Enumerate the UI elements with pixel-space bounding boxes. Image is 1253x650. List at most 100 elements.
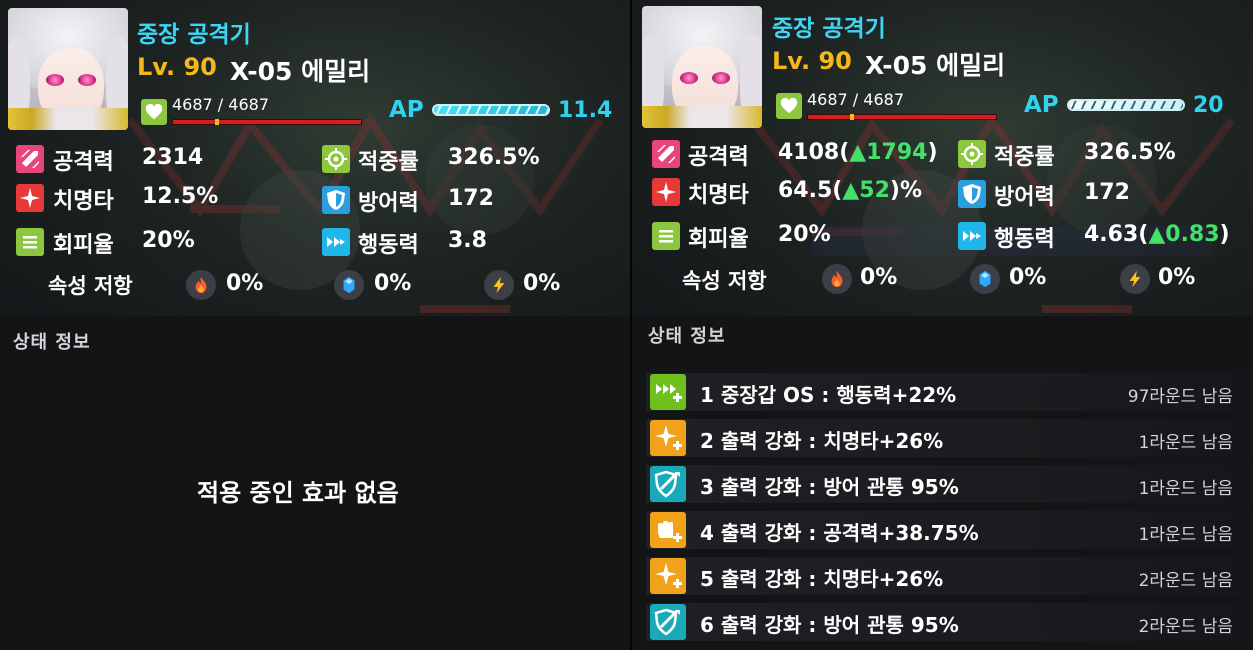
ice-resist-value: 0% (1009, 265, 1047, 290)
attack-value: 4108(▲1794) (778, 140, 938, 165)
fire-icon (186, 270, 216, 300)
crit-up-icon (650, 558, 686, 594)
speed-value: 4.63(▲0.83) (1084, 222, 1230, 247)
ice-icon (970, 264, 1000, 294)
evasion-icon (652, 222, 680, 250)
accuracy-value: 326.5% (1084, 140, 1176, 165)
resist-title: 속성 저항 (48, 274, 133, 298)
evasion-value: 20% (778, 222, 831, 247)
crit-value: 64.5(▲52)% (778, 178, 922, 203)
crit-icon (16, 184, 44, 212)
accuracy-icon (322, 145, 350, 173)
crit-icon (652, 178, 680, 206)
effect-text: 5 출력 강화 : 치명타+26% (700, 567, 944, 591)
unit-portrait[interactable] (642, 6, 762, 128)
heart-icon (141, 99, 167, 125)
effect-duration: 2라운드 남음 (1138, 617, 1233, 637)
effect-duration: 1라운드 남음 (1138, 479, 1233, 499)
hp-text: 4687 / 4687 (172, 95, 269, 114)
effect-row[interactable]: 3 출력 강화 : 방어 관통 95% 1라운드 남음 (632, 463, 1253, 505)
electric-resist-value: 0% (1158, 265, 1196, 290)
speed-icon (958, 222, 986, 250)
effect-row[interactable]: 4 출력 강화 : 공격력+38.75% 1라운드 남음 (632, 509, 1253, 551)
attack-label: 공격력 (53, 150, 114, 175)
attack-bonus: ▲1794 (849, 140, 928, 165)
speed-icon (322, 228, 350, 256)
speed-bonus: ▲0.83 (1148, 222, 1220, 247)
accuracy-icon (958, 140, 986, 168)
effect-row[interactable]: 6 출력 강화 : 방어 관통 95% 2라운드 남음 (632, 601, 1253, 643)
effect-text: 1 중장갑 OS : 행동력+22% (700, 383, 957, 407)
defense-label: 방어력 (994, 185, 1055, 210)
effect-duration: 97라운드 남음 (1127, 387, 1233, 407)
unit-name: X-05 에밀리 (865, 51, 1006, 80)
speed-label: 행동력 (358, 233, 419, 258)
crit-value: 12.5% (142, 184, 219, 209)
evasion-icon (16, 228, 44, 256)
unit-name: X-05 에밀리 (230, 57, 371, 86)
no-effects-message: 적용 중인 효과 없음 (197, 479, 399, 507)
attack-up-icon (650, 512, 686, 548)
crit-bonus: ▲52 (842, 178, 890, 203)
evasion-label: 회피율 (688, 227, 749, 252)
ice-icon (334, 270, 364, 300)
resist-title: 속성 저항 (682, 269, 767, 293)
effect-row[interactable]: 2 출력 강화 : 치명타+26% 1라운드 남음 (632, 417, 1253, 459)
fire-resist-value: 0% (226, 271, 264, 296)
defense-icon (322, 186, 350, 214)
accuracy-label: 적중률 (994, 145, 1055, 170)
effect-row[interactable]: 1 중장갑 OS : 행동력+22% 97라운드 남음 (632, 371, 1253, 413)
effect-duration: 1라운드 남음 (1138, 525, 1233, 545)
armor-pierce-icon (650, 604, 686, 640)
attack-label: 공격력 (688, 145, 749, 170)
fire-icon (822, 264, 852, 294)
status-title: 상태 정보 (13, 332, 91, 353)
crit-label: 치명타 (53, 189, 114, 214)
speed-label: 행동력 (994, 227, 1055, 252)
hp-text: 4687 / 4687 (807, 90, 904, 109)
electric-icon (484, 270, 514, 300)
defense-value: 172 (1084, 180, 1130, 205)
ap-value: 11.4 (558, 98, 613, 123)
crit-label: 치명타 (688, 183, 749, 208)
unit-class: 중장 공격기 (772, 16, 886, 42)
hp-bar (807, 114, 997, 120)
fire-resist-value: 0% (860, 265, 898, 290)
electric-icon (1120, 264, 1150, 294)
accuracy-label: 적중률 (358, 150, 419, 175)
ap-bar (1067, 99, 1185, 111)
effect-duration: 1라운드 남음 (1138, 433, 1233, 453)
speed-up-icon (650, 374, 686, 410)
unit-info-panel-before: 중장 공격기 Lv. 90 X-05 에밀리 4687 / 4687 AP 11… (0, 0, 630, 650)
effect-duration: 2라운드 남음 (1138, 571, 1233, 591)
electric-resist-value: 0% (523, 271, 561, 296)
crit-up-icon (650, 420, 686, 456)
defense-value: 172 (448, 186, 494, 211)
armor-pierce-icon (650, 466, 686, 502)
status-title: 상태 정보 (648, 326, 726, 347)
attack-icon (16, 145, 44, 173)
attack-icon (652, 140, 680, 168)
ap-label: AP (1024, 92, 1059, 118)
heart-icon (776, 93, 802, 119)
accuracy-value: 326.5% (448, 145, 540, 170)
evasion-value: 20% (142, 228, 195, 253)
attack-value: 2314 (142, 145, 204, 170)
ap-label: AP (389, 97, 424, 123)
unit-level: Lv. 90 (772, 47, 852, 75)
hp-bar (172, 119, 362, 125)
effect-text: 3 출력 강화 : 방어 관통 95% (700, 475, 959, 499)
unit-level: Lv. 90 (137, 53, 217, 81)
unit-info-panel-after: 중장 공격기 Lv. 90 X-05 에밀리 4687 / 4687 AP 20… (632, 0, 1253, 650)
effect-text: 4 출력 강화 : 공격력+38.75% (700, 521, 979, 545)
effect-row[interactable]: 5 출력 강화 : 치명타+26% 2라운드 남음 (632, 555, 1253, 597)
evasion-label: 회피율 (53, 233, 114, 258)
defense-icon (958, 180, 986, 208)
ap-value: 20 (1193, 93, 1224, 118)
speed-value: 3.8 (448, 228, 487, 253)
ap-bar (432, 104, 550, 116)
unit-portrait[interactable] (8, 8, 128, 130)
effect-text: 2 출력 강화 : 치명타+26% (700, 429, 944, 453)
effect-text: 6 출력 강화 : 방어 관통 95% (700, 613, 959, 637)
defense-label: 방어력 (358, 191, 419, 216)
